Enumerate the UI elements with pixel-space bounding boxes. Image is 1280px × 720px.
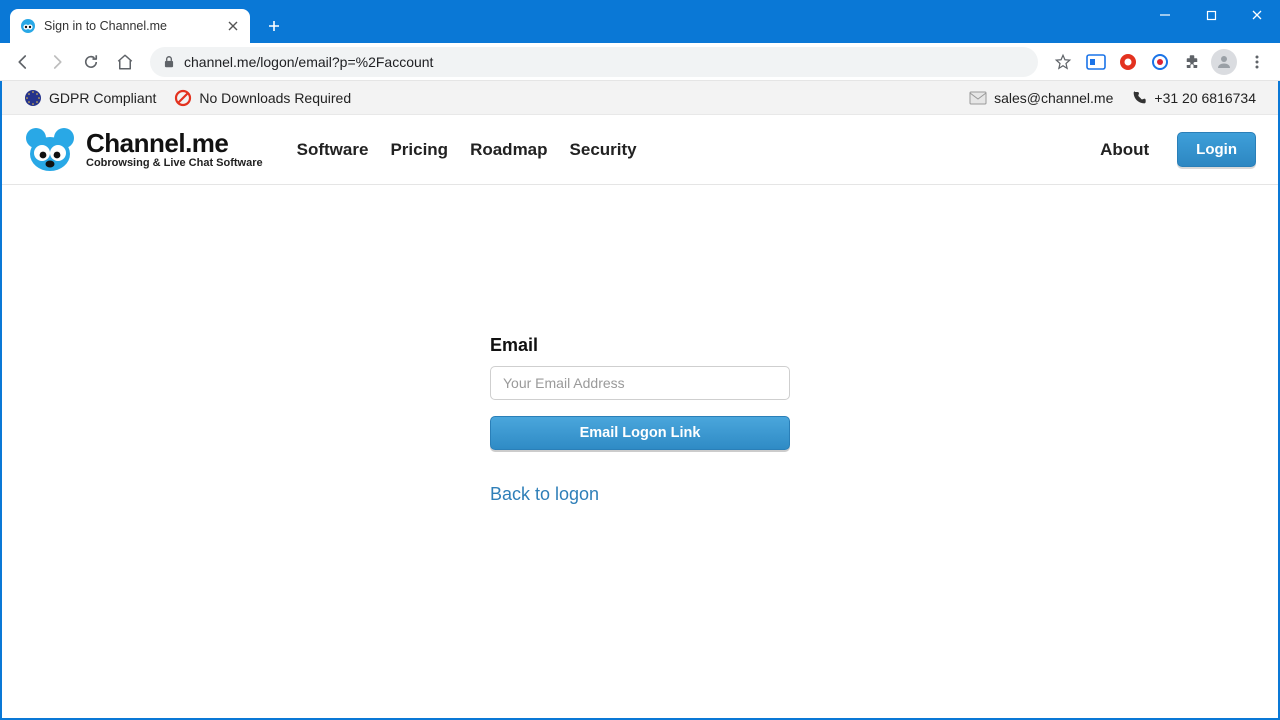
window-controls (1142, 0, 1280, 30)
contact-phone-text: +31 20 6816734 (1154, 90, 1256, 106)
email-logon-link-button[interactable]: Email Logon Link (490, 416, 790, 450)
window-close-button[interactable] (1234, 0, 1280, 30)
bookmark-star-icon[interactable] (1048, 47, 1078, 77)
nav-link-roadmap[interactable]: Roadmap (470, 140, 547, 160)
lock-icon (162, 55, 176, 69)
logon-form: Email Email Logon Link Back to logon (490, 335, 790, 505)
nav-home-button[interactable] (110, 47, 140, 77)
prohibit-icon (174, 89, 192, 107)
extension-icon-2[interactable] (1114, 48, 1142, 76)
page-viewport: GDPR Compliant No Downloads Required sal… (0, 81, 1280, 720)
new-tab-button[interactable] (260, 12, 288, 40)
email-label: Email (490, 335, 790, 356)
window-maximize-button[interactable] (1188, 0, 1234, 30)
email-input[interactable] (490, 366, 790, 400)
brand-logo[interactable]: Channel.me Cobrowsing & Live Chat Softwa… (24, 126, 263, 174)
address-bar: channel.me/logon/email?p=%2Faccount (0, 43, 1280, 81)
mail-icon (969, 91, 987, 105)
contact-email[interactable]: sales@channel.me (969, 90, 1113, 106)
koala-logo-icon (24, 126, 76, 174)
nav-forward-button (42, 47, 72, 77)
omnibox[interactable]: channel.me/logon/email?p=%2Faccount (150, 47, 1038, 77)
profile-avatar[interactable] (1210, 48, 1238, 76)
tab-title: Sign in to Channel.me (44, 19, 218, 33)
window-minimize-button[interactable] (1142, 0, 1188, 30)
no-download-badge: No Downloads Required (174, 89, 351, 107)
nav-link-security[interactable]: Security (570, 140, 637, 160)
login-button[interactable]: Login (1177, 132, 1256, 167)
contact-email-text: sales@channel.me (994, 90, 1113, 106)
browser-tab[interactable]: Sign in to Channel.me (10, 9, 250, 43)
nav-reload-button[interactable] (76, 47, 106, 77)
browser-menu-button[interactable] (1242, 47, 1272, 77)
contact-phone[interactable]: +31 20 6816734 (1131, 90, 1256, 106)
tab-strip: Sign in to Channel.me (0, 0, 1142, 43)
gdpr-text: GDPR Compliant (49, 90, 156, 106)
nav-back-button[interactable] (8, 47, 38, 77)
tab-favicon (20, 18, 36, 34)
tab-close-icon[interactable] (226, 19, 240, 33)
nav-link-about[interactable]: About (1100, 140, 1149, 160)
nav-link-pricing[interactable]: Pricing (390, 140, 448, 160)
extension-icon-1[interactable] (1082, 48, 1110, 76)
extensions-puzzle-icon[interactable] (1178, 48, 1206, 76)
nav-link-software[interactable]: Software (297, 140, 369, 160)
info-bar: GDPR Compliant No Downloads Required sal… (2, 81, 1278, 115)
omnibox-url: channel.me/logon/email?p=%2Faccount (184, 54, 433, 70)
main-nav: Channel.me Cobrowsing & Live Chat Softwa… (2, 115, 1278, 185)
nav-links: Software Pricing Roadmap Security (297, 140, 637, 160)
extension-icon-3[interactable] (1146, 48, 1174, 76)
no-download-text: No Downloads Required (199, 90, 351, 106)
phone-icon (1131, 90, 1147, 106)
browser-titlebar: Sign in to Channel.me (0, 0, 1280, 43)
brand-subtitle: Cobrowsing & Live Chat Software (86, 158, 263, 169)
back-to-logon-link[interactable]: Back to logon (490, 484, 599, 505)
eu-flag-icon (24, 89, 42, 107)
gdpr-badge: GDPR Compliant (24, 89, 156, 107)
brand-name: Channel.me (86, 130, 263, 156)
